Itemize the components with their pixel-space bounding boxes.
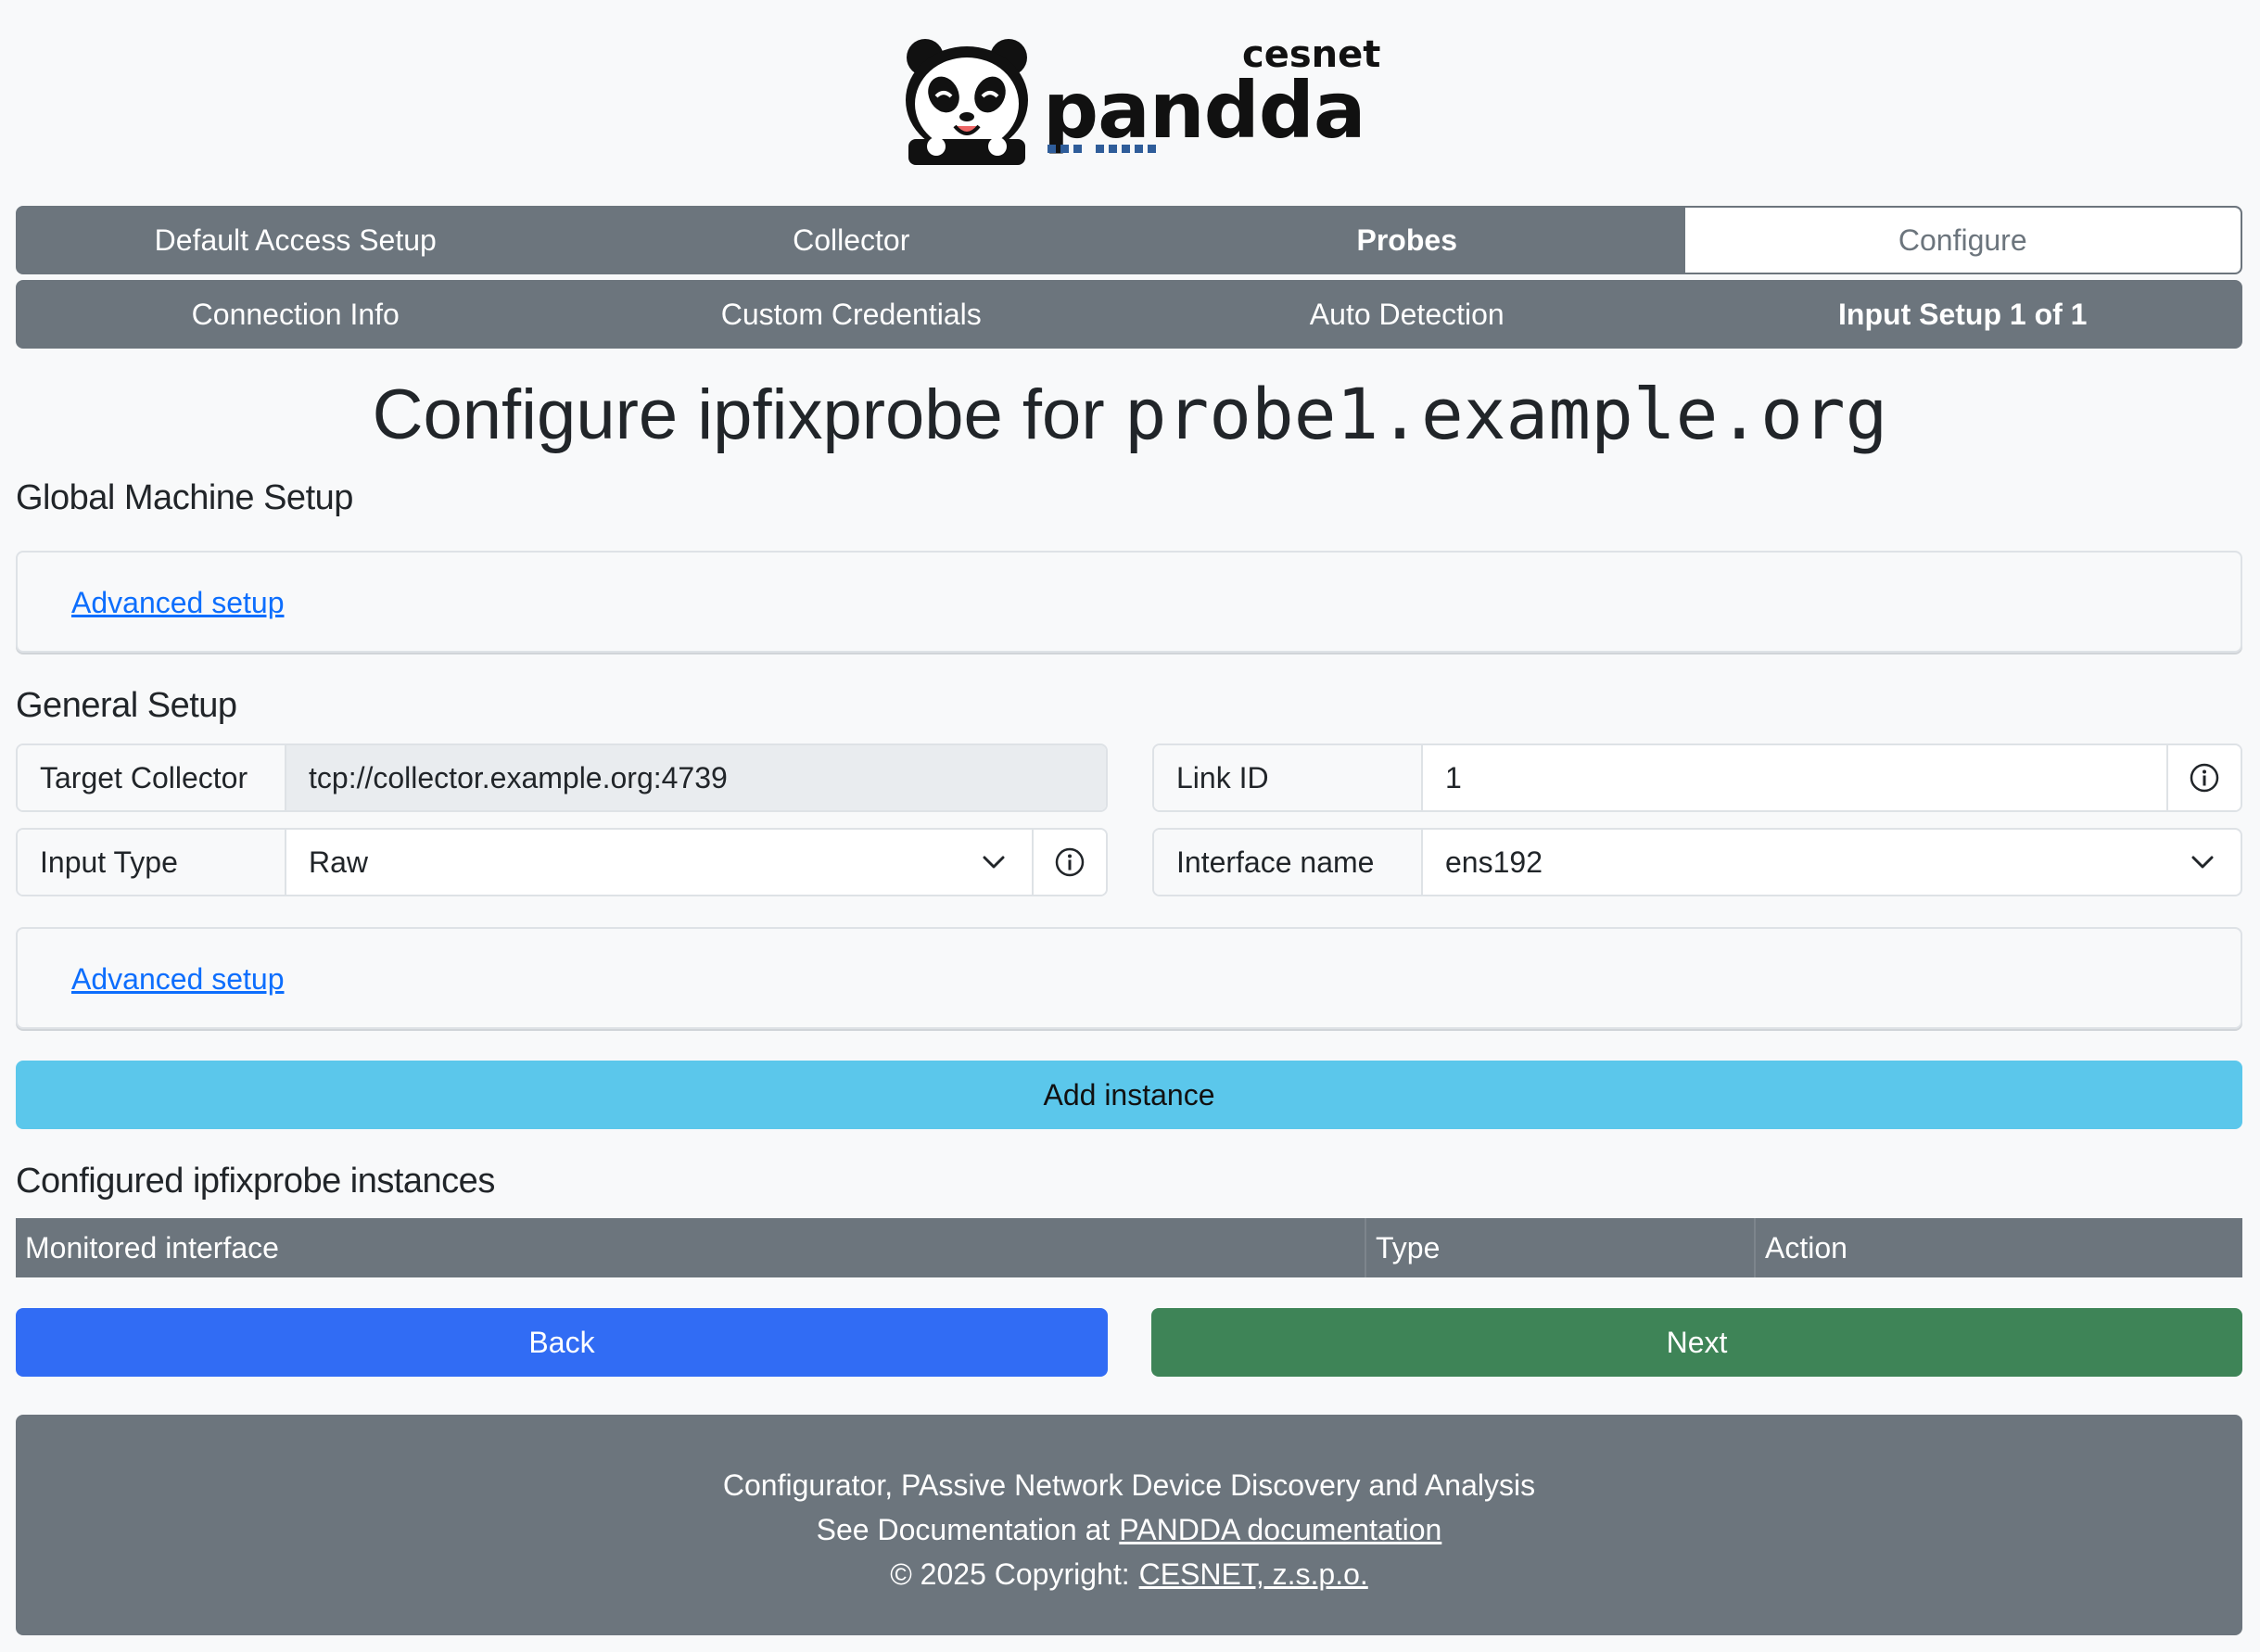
interface-name-value: ens192 <box>1445 845 1543 879</box>
docs-link[interactable]: PANDDA documentation <box>1119 1513 1441 1546</box>
link-id-group: Link ID 1 <box>1152 743 2242 812</box>
target-collector-field: tcp://collector.example.org:4739 <box>286 745 1106 810</box>
column-action: Action <box>1765 1230 1847 1264</box>
back-button[interactable]: Back <box>16 1308 1108 1377</box>
wizard-steps: Default Access Setup Collector Probes Co… <box>16 206 2242 274</box>
target-collector-label: Target Collector <box>18 745 286 810</box>
chevron-down-icon <box>2191 856 2214 869</box>
info-icon <box>2190 763 2219 793</box>
general-setup-heading: General Setup <box>16 686 237 725</box>
page-title-host: probe1.example.org <box>1124 373 1888 455</box>
input-type-group: Input Type Raw <box>16 828 1108 896</box>
instances-table-header: Monitored interface Type Action <box>16 1218 2242 1277</box>
input-type-label: Input Type <box>18 830 286 895</box>
interface-name-label: Interface name <box>1154 830 1423 895</box>
page-footer: Configurator, PAssive Network Device Dis… <box>16 1415 2242 1635</box>
info-icon <box>1055 847 1085 877</box>
target-collector-group: Target Collector tcp://collector.example… <box>16 743 1108 812</box>
logo-dots <box>1047 141 1161 158</box>
substep-auto-detection[interactable]: Auto Detection <box>1129 282 1685 347</box>
link-id-input[interactable]: 1 <box>1423 745 2166 810</box>
global-advanced-setup-link[interactable]: Advanced setup <box>71 586 285 620</box>
column-monitored-interface: Monitored interface <box>16 1218 1366 1277</box>
next-button[interactable]: Next <box>1151 1308 2242 1377</box>
input-type-info-button[interactable] <box>1032 830 1106 895</box>
pandda-logo: cesnet pandda <box>899 28 1380 176</box>
interface-name-group: Interface name ens192 <box>1152 828 2242 896</box>
general-advanced-panel: Advanced setup <box>16 927 2242 1029</box>
general-advanced-setup-link[interactable]: Advanced setup <box>71 962 285 997</box>
input-type-value: Raw <box>309 845 369 879</box>
substep-input-setup[interactable]: Input Setup 1 of 1 <box>1685 282 2241 347</box>
page-title: Configure ipfixprobe for probe1.example.… <box>0 373 2260 455</box>
link-id-label: Link ID <box>1154 745 1423 810</box>
step-probes[interactable]: Probes <box>1129 208 1685 273</box>
add-instance-button[interactable]: Add instance <box>16 1061 2242 1129</box>
global-setup-panel: Advanced setup <box>16 551 2242 653</box>
interface-name-select[interactable]: ens192 <box>1423 830 2241 895</box>
chevron-down-icon <box>983 856 1005 869</box>
substep-connection-info[interactable]: Connection Info <box>18 282 574 347</box>
footer-docs-line: See Documentation at PANDDA documentation <box>16 1507 2242 1552</box>
step-default-access-setup[interactable]: Default Access Setup <box>18 208 574 273</box>
footer-copyright-prefix: © 2025 Copyright: <box>890 1557 1130 1591</box>
link-id-info-button[interactable] <box>2166 745 2241 810</box>
step-configure[interactable]: Configure <box>1684 208 2241 273</box>
column-type: Type <box>1366 1218 1756 1277</box>
instances-heading: Configured ipfixprobe instances <box>16 1162 495 1201</box>
wizard-substeps: Connection Info Custom Credentials Auto … <box>16 280 2242 349</box>
global-setup-heading: Global Machine Setup <box>16 478 353 517</box>
substep-custom-credentials[interactable]: Custom Credentials <box>574 282 1130 347</box>
footer-description: Configurator, PAssive Network Device Dis… <box>722 1468 1536 1502</box>
footer-docs-prefix: See Documentation at <box>816 1513 1111 1546</box>
cesnet-link[interactable]: CESNET, z.s.p.o. <box>1139 1557 1368 1591</box>
step-collector[interactable]: Collector <box>574 208 1130 273</box>
page-title-prefix: Configure ipfixprobe for <box>372 375 1124 454</box>
input-type-select[interactable]: Raw <box>286 830 1032 895</box>
footer-copyright-line: © 2025 Copyright: CESNET, z.s.p.o. <box>16 1552 2242 1596</box>
panda-logo-icon <box>906 39 1028 165</box>
